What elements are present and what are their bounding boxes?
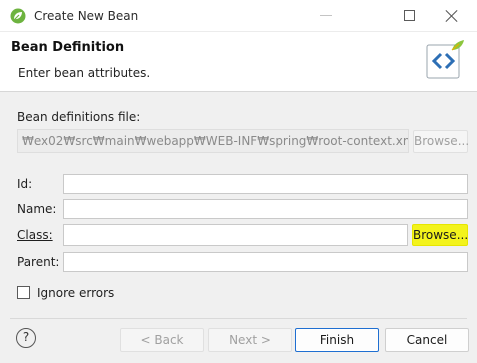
ignore-errors-checkbox[interactable] bbox=[17, 286, 30, 299]
id-field[interactable] bbox=[63, 174, 468, 194]
close-icon[interactable] bbox=[443, 7, 461, 25]
page-title: Bean Definition bbox=[11, 40, 125, 55]
next-button: Next > bbox=[208, 328, 292, 352]
definitions-file-label: Bean definitions file: bbox=[17, 110, 141, 124]
bean-code-icon bbox=[426, 40, 464, 79]
class-label[interactable]: Class: bbox=[17, 228, 53, 242]
maximize-icon[interactable] bbox=[404, 10, 415, 21]
page-subtitle: Enter bean attributes. bbox=[18, 66, 151, 80]
spring-leaf-icon bbox=[10, 8, 26, 24]
back-button: < Back bbox=[120, 328, 204, 352]
parent-label: Parent: bbox=[17, 255, 60, 269]
cancel-button[interactable]: Cancel bbox=[385, 328, 469, 352]
help-icon[interactable]: ? bbox=[16, 328, 36, 348]
id-label: Id: bbox=[17, 177, 33, 191]
name-field[interactable] bbox=[63, 199, 468, 219]
definitions-browse-button: Browse... bbox=[413, 130, 469, 153]
ignore-errors-label[interactable]: Ignore errors bbox=[37, 286, 114, 300]
definitions-file-field: ₩ex02₩src₩main₩webapp₩WEB-INF₩spring₩roo… bbox=[17, 129, 409, 153]
footer-separator bbox=[10, 318, 467, 319]
window-title: Create New Bean bbox=[34, 9, 139, 23]
class-field[interactable] bbox=[63, 224, 408, 246]
finish-button[interactable]: Finish bbox=[295, 328, 379, 352]
class-browse-button[interactable]: Browse... bbox=[412, 224, 468, 246]
name-label: Name: bbox=[17, 202, 57, 216]
parent-field[interactable] bbox=[63, 252, 468, 272]
minimize-icon[interactable] bbox=[320, 15, 332, 16]
